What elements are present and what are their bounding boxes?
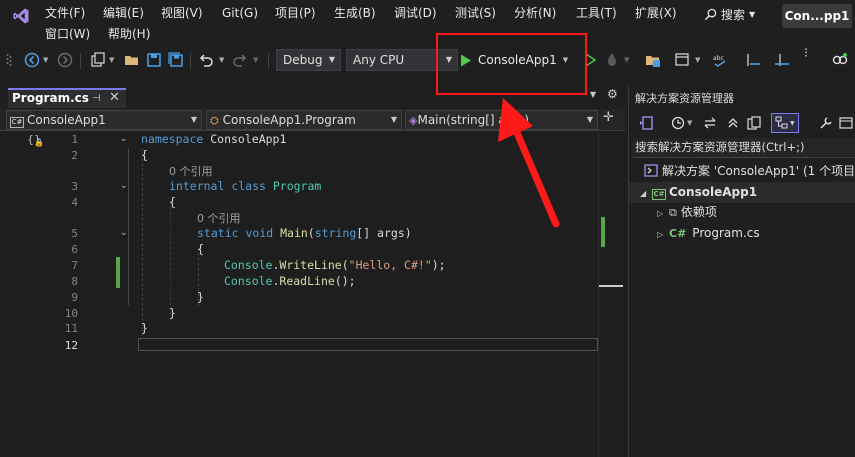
red-arrow-annotation bbox=[498, 98, 560, 228]
